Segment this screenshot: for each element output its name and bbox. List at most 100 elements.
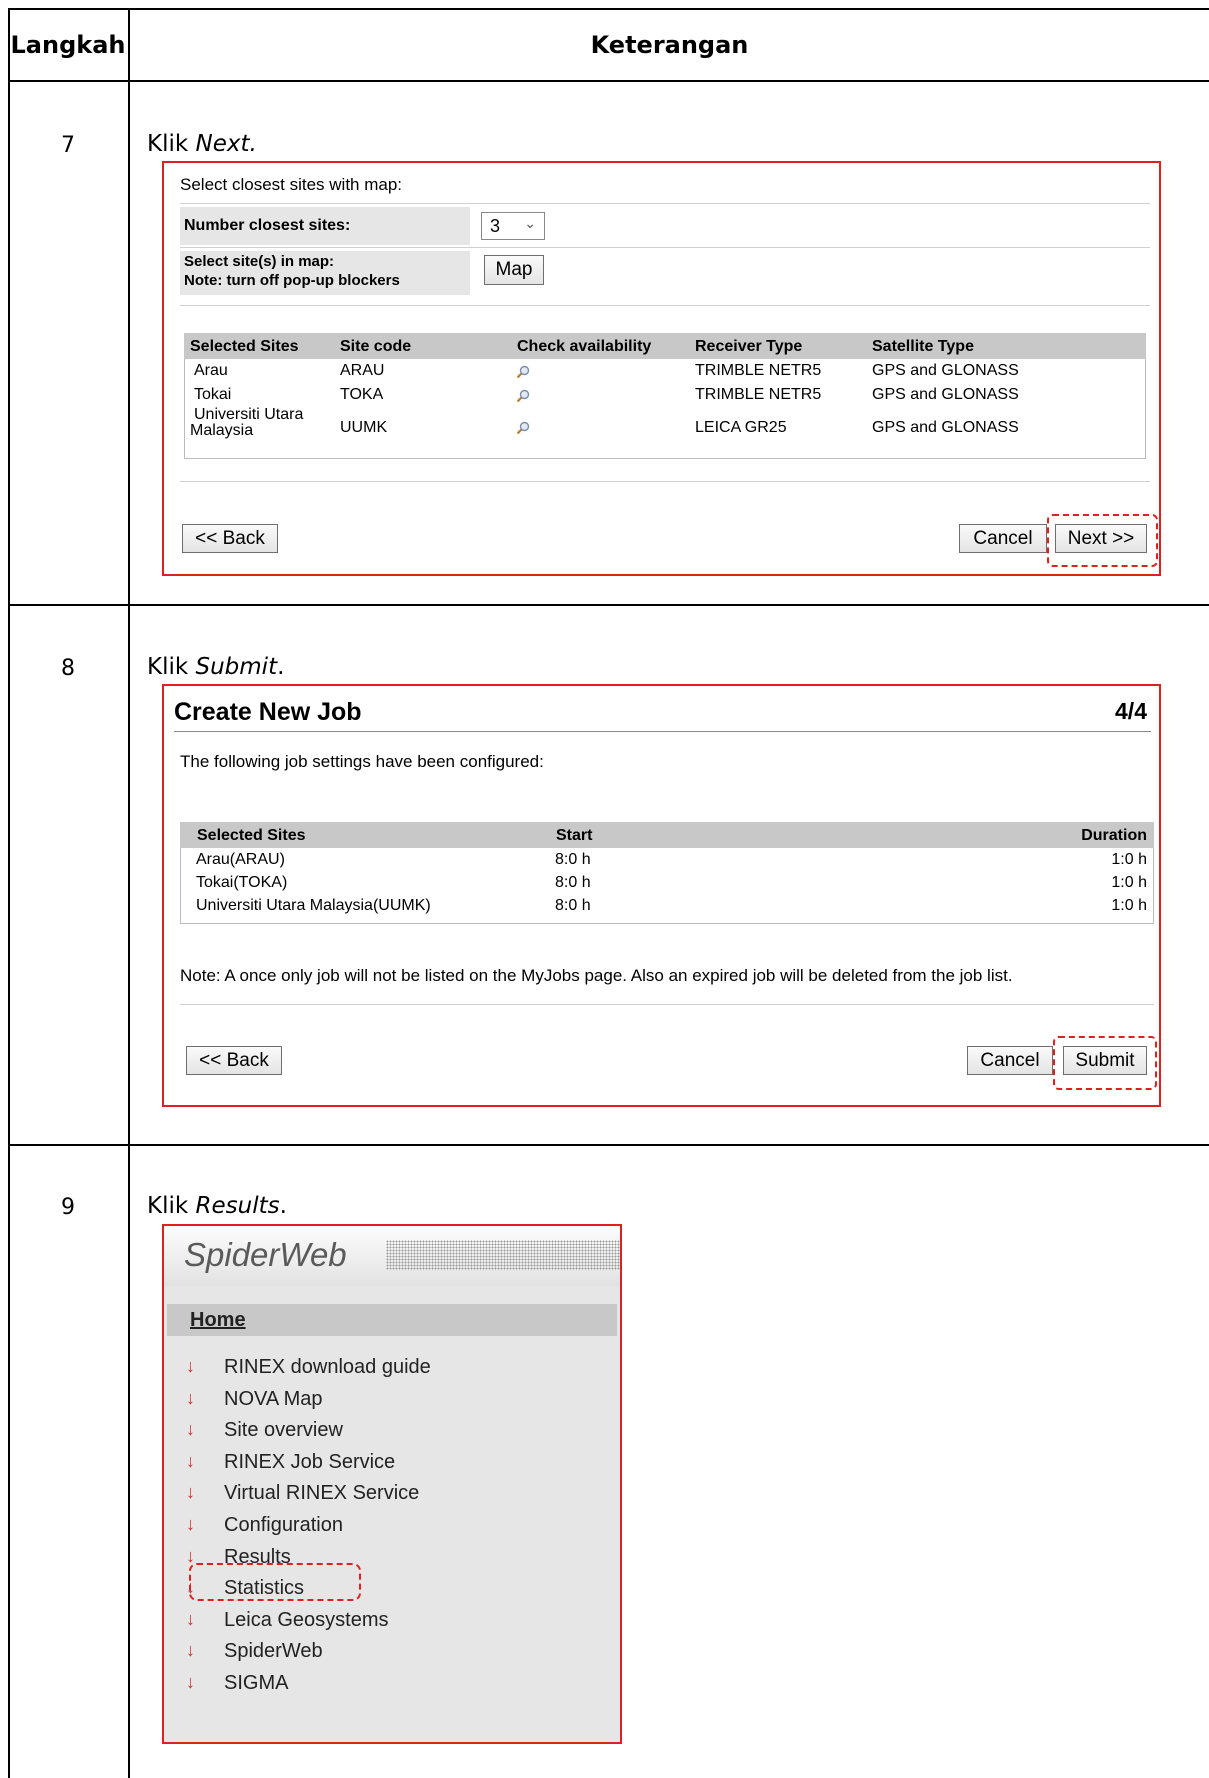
menu-item-rinex-download-guide[interactable]: RINEX download guide — [224, 1356, 431, 1379]
chevron-down-icon: ⌄ — [524, 215, 536, 231]
job-start: 8:0 h — [555, 851, 591, 868]
job-start: 8:0 h — [555, 897, 591, 914]
site-name-cont: Malaysia — [190, 422, 254, 439]
back-button[interactable]: << Back — [186, 1046, 282, 1075]
separator — [180, 1004, 1154, 1005]
col-start: Start — [556, 827, 593, 844]
job-site: Arau(ARAU) — [196, 851, 285, 868]
popup-note-label: Note: turn off pop-up blockers — [184, 272, 400, 289]
arrow-down-icon: ↓ — [186, 1514, 195, 1534]
site-code: TOKA — [340, 386, 384, 403]
home-link[interactable]: Home — [190, 1309, 246, 1332]
table-border-left — [8, 8, 10, 1778]
job-duration: 1:0 h — [1111, 874, 1147, 891]
row-divider — [8, 1144, 1209, 1146]
col-receiver-type: Receiver Type — [695, 338, 803, 355]
intro-text: The following job settings have been con… — [180, 752, 544, 771]
number-closest-select[interactable]: 3 ⌄ — [481, 212, 545, 240]
map-button[interactable]: Map — [484, 255, 544, 285]
satellite-type: GPS and GLONASS — [872, 386, 1019, 403]
step-action: Submit — [195, 654, 278, 680]
menu-item-nova-map[interactable]: NOVA Map — [224, 1388, 323, 1411]
satellite-type: GPS and GLONASS — [872, 362, 1019, 379]
receiver-type: TRIMBLE NETR5 — [695, 362, 822, 379]
page-indicator: 4/4 — [1115, 698, 1147, 724]
col-duration: Duration — [1081, 827, 1147, 844]
spiderweb-menu-panel: SpiderWeb Home ↓ RINEX download guide ↓ NOV… — [162, 1224, 622, 1744]
menu-item-sigma[interactable]: SIGMA — [224, 1672, 288, 1695]
arrow-down-icon: ↓ — [186, 1608, 195, 1629]
highlight-outline — [1053, 1036, 1157, 1090]
menu-item-configuration[interactable]: Configuration — [224, 1514, 343, 1537]
job-site: Tokai(TOKA) — [196, 874, 288, 891]
step-number: 8 — [61, 656, 75, 681]
back-button[interactable]: << Back — [182, 524, 278, 553]
step-suffix: . — [277, 654, 285, 680]
row-divider — [8, 604, 1209, 606]
arrow-down-icon: ↓ — [186, 1482, 195, 1503]
job-duration: 1:0 h — [1111, 851, 1147, 868]
instruction-table: Langkah Keterangan 7 Klik Next. 8 Klik S… — [8, 8, 1209, 1778]
arrow-down-icon: ↓ — [186, 1640, 195, 1661]
col-site-code: Site code — [340, 338, 412, 355]
magnifier-icon[interactable] — [516, 365, 530, 379]
title-rule — [174, 731, 1151, 732]
satellite-type: GPS and GLONASS — [872, 419, 1019, 436]
job-duration: 1:0 h — [1111, 897, 1147, 914]
menu-item-leica-geosystems[interactable]: Leica Geosystems — [224, 1609, 389, 1632]
arrow-down-icon: ↓ — [186, 1450, 195, 1471]
step-action: Next. — [195, 131, 257, 157]
step-prefix: Klik — [147, 131, 196, 157]
job-note: Note: A once only job will not be listed… — [180, 966, 1013, 985]
arrow-down-icon: ↓ — [186, 1672, 195, 1692]
number-closest-label: Number closest sites: — [184, 217, 351, 234]
separator — [180, 247, 1150, 248]
col-selected-sites: Selected Sites — [190, 338, 299, 355]
step-prefix: Klik — [147, 1193, 196, 1219]
step-instruction: Klik Submit. — [147, 654, 284, 680]
highlight-outline — [189, 1563, 361, 1601]
site-name: Tokai — [194, 386, 232, 403]
col-satellite-type: Satellite Type — [872, 338, 974, 355]
menu-item-virtual-rinex-service[interactable]: Virtual RINEX Service — [224, 1482, 419, 1505]
step-instruction: Klik Results. — [147, 1193, 287, 1219]
header-langkah: Langkah — [10, 31, 126, 59]
column-divider — [128, 8, 130, 1778]
col-selected-sites: Selected Sites — [197, 827, 306, 844]
site-name: Arau — [194, 362, 228, 379]
separator — [180, 481, 1150, 482]
job-table-header — [180, 822, 1154, 848]
site-code: UUMK — [340, 419, 388, 436]
sites-table-header — [184, 333, 1146, 359]
spiderweb-logo: SpiderWeb — [184, 1236, 347, 1273]
header-keterangan: Keterangan — [590, 31, 749, 59]
menu-item-rinex-job-service[interactable]: RINEX Job Service — [224, 1451, 395, 1474]
select-sites-label: Select site(s) in map: — [184, 253, 335, 270]
magnifier-icon[interactable] — [516, 389, 530, 403]
site-name: Universiti Utara — [194, 406, 304, 423]
step-suffix: . — [279, 1193, 287, 1219]
page-title: Create New Job — [174, 698, 362, 726]
receiver-type: TRIMBLE NETR5 — [695, 386, 822, 403]
panel-heading: Select closest sites with map: — [180, 175, 403, 194]
step-instruction: Klik Next. — [147, 131, 257, 157]
menu-item-spiderweb[interactable]: SpiderWeb — [224, 1640, 323, 1663]
separator — [180, 203, 1150, 204]
col-check-availability: Check availability — [517, 338, 652, 355]
dotted-pattern — [386, 1240, 620, 1270]
magnifier-icon[interactable] — [516, 421, 530, 435]
job-site: Universiti Utara Malaysia(UUMK) — [196, 897, 431, 914]
arrow-down-icon: ↓ — [186, 1419, 195, 1440]
receiver-type: LEICA GR25 — [695, 419, 787, 436]
create-job-panel: Create New Job 4/4 The following job set… — [162, 684, 1161, 1107]
step-number: 7 — [61, 133, 75, 158]
step-prefix: Klik — [147, 654, 196, 680]
menu-item-site-overview[interactable]: Site overview — [224, 1419, 343, 1442]
cancel-button[interactable]: Cancel — [967, 1046, 1053, 1075]
cancel-button[interactable]: Cancel — [959, 524, 1047, 553]
separator — [180, 305, 1150, 306]
closest-sites-panel: Select closest sites with map: Number cl… — [162, 161, 1161, 576]
arrow-down-icon: ↓ — [186, 1356, 195, 1376]
arrow-down-icon: ↓ — [186, 1387, 195, 1408]
job-start: 8:0 h — [555, 874, 591, 891]
